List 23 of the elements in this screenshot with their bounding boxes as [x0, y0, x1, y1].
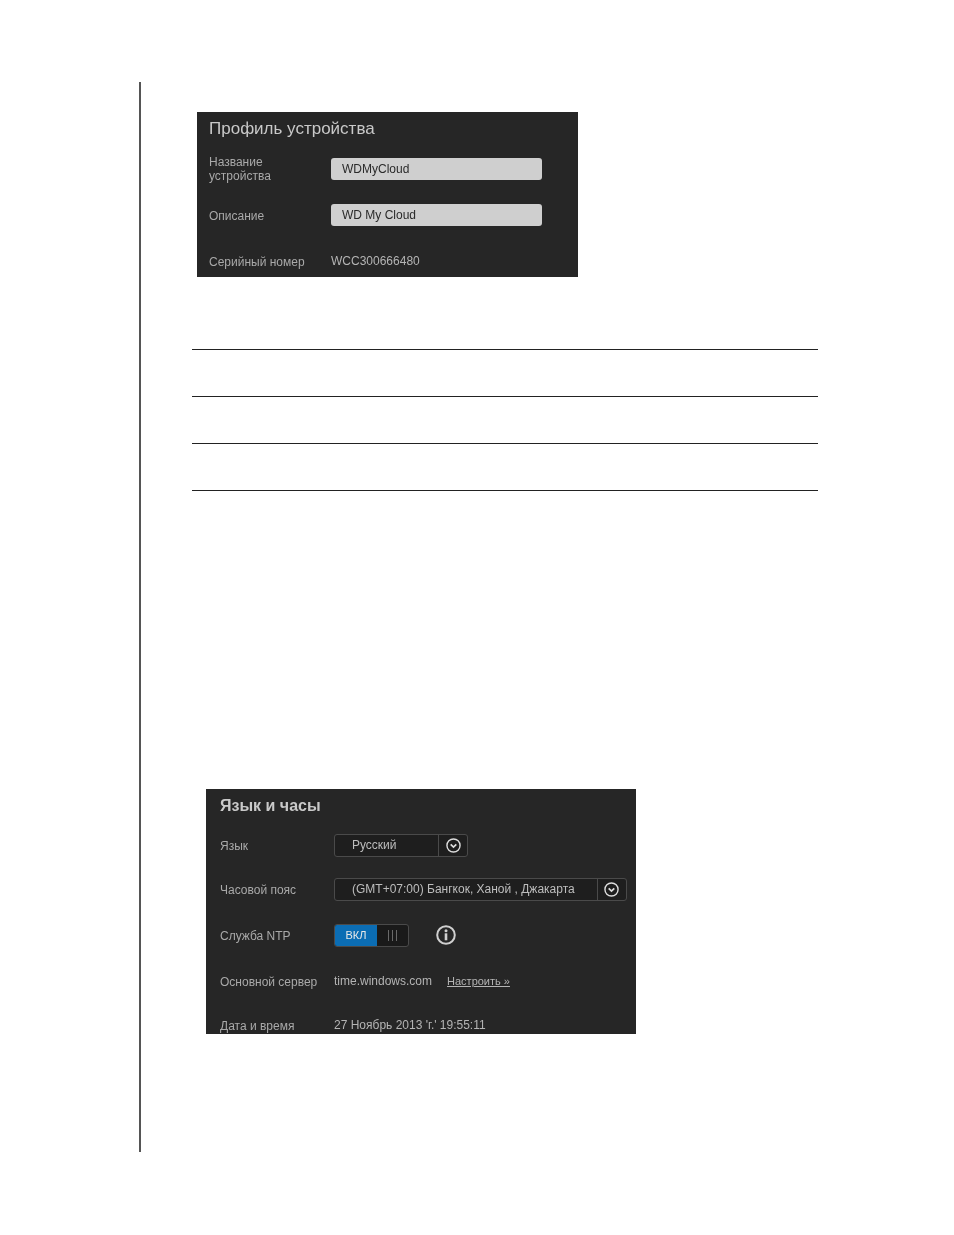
field-label: Часовой пояс: [220, 883, 297, 897]
field-label: Название устройства: [209, 154, 272, 183]
field-value: WCC300666480: [331, 254, 420, 268]
chevron-down-icon: [445, 837, 461, 853]
field-label: Дата и время: [220, 1019, 295, 1033]
panel-title: Профиль устройства: [209, 118, 375, 140]
grip-icon: [388, 929, 397, 941]
field-value: time.windows.com: [334, 974, 433, 988]
configure-link[interactable]: Настроить »: [447, 975, 510, 987]
field-label: Описание: [209, 209, 265, 223]
toggle-switch[interactable]: ВКЛ: [334, 923, 409, 947]
field-label: Служба NTP: [220, 929, 291, 943]
dropdown-select[interactable]: (GMT+07:00) Бангкок, Ханой , Джакарта: [334, 877, 627, 901]
field-label: Язык: [220, 839, 249, 853]
panel-title: Язык и часы: [220, 796, 321, 816]
field-label: Основной сервер: [220, 975, 318, 989]
field-label: Серийный номер: [209, 255, 305, 269]
dropdown-select[interactable]: Русский: [334, 833, 468, 857]
info-icon[interactable]: [436, 925, 456, 945]
input-field[interactable]: WD My Cloud: [331, 204, 542, 226]
field-value: 27 Ноябрь 2013 'г.' 19:55:11: [334, 1018, 486, 1032]
chevron-down-icon: [604, 881, 620, 897]
input-field[interactable]: WDMyCloud: [331, 158, 542, 180]
